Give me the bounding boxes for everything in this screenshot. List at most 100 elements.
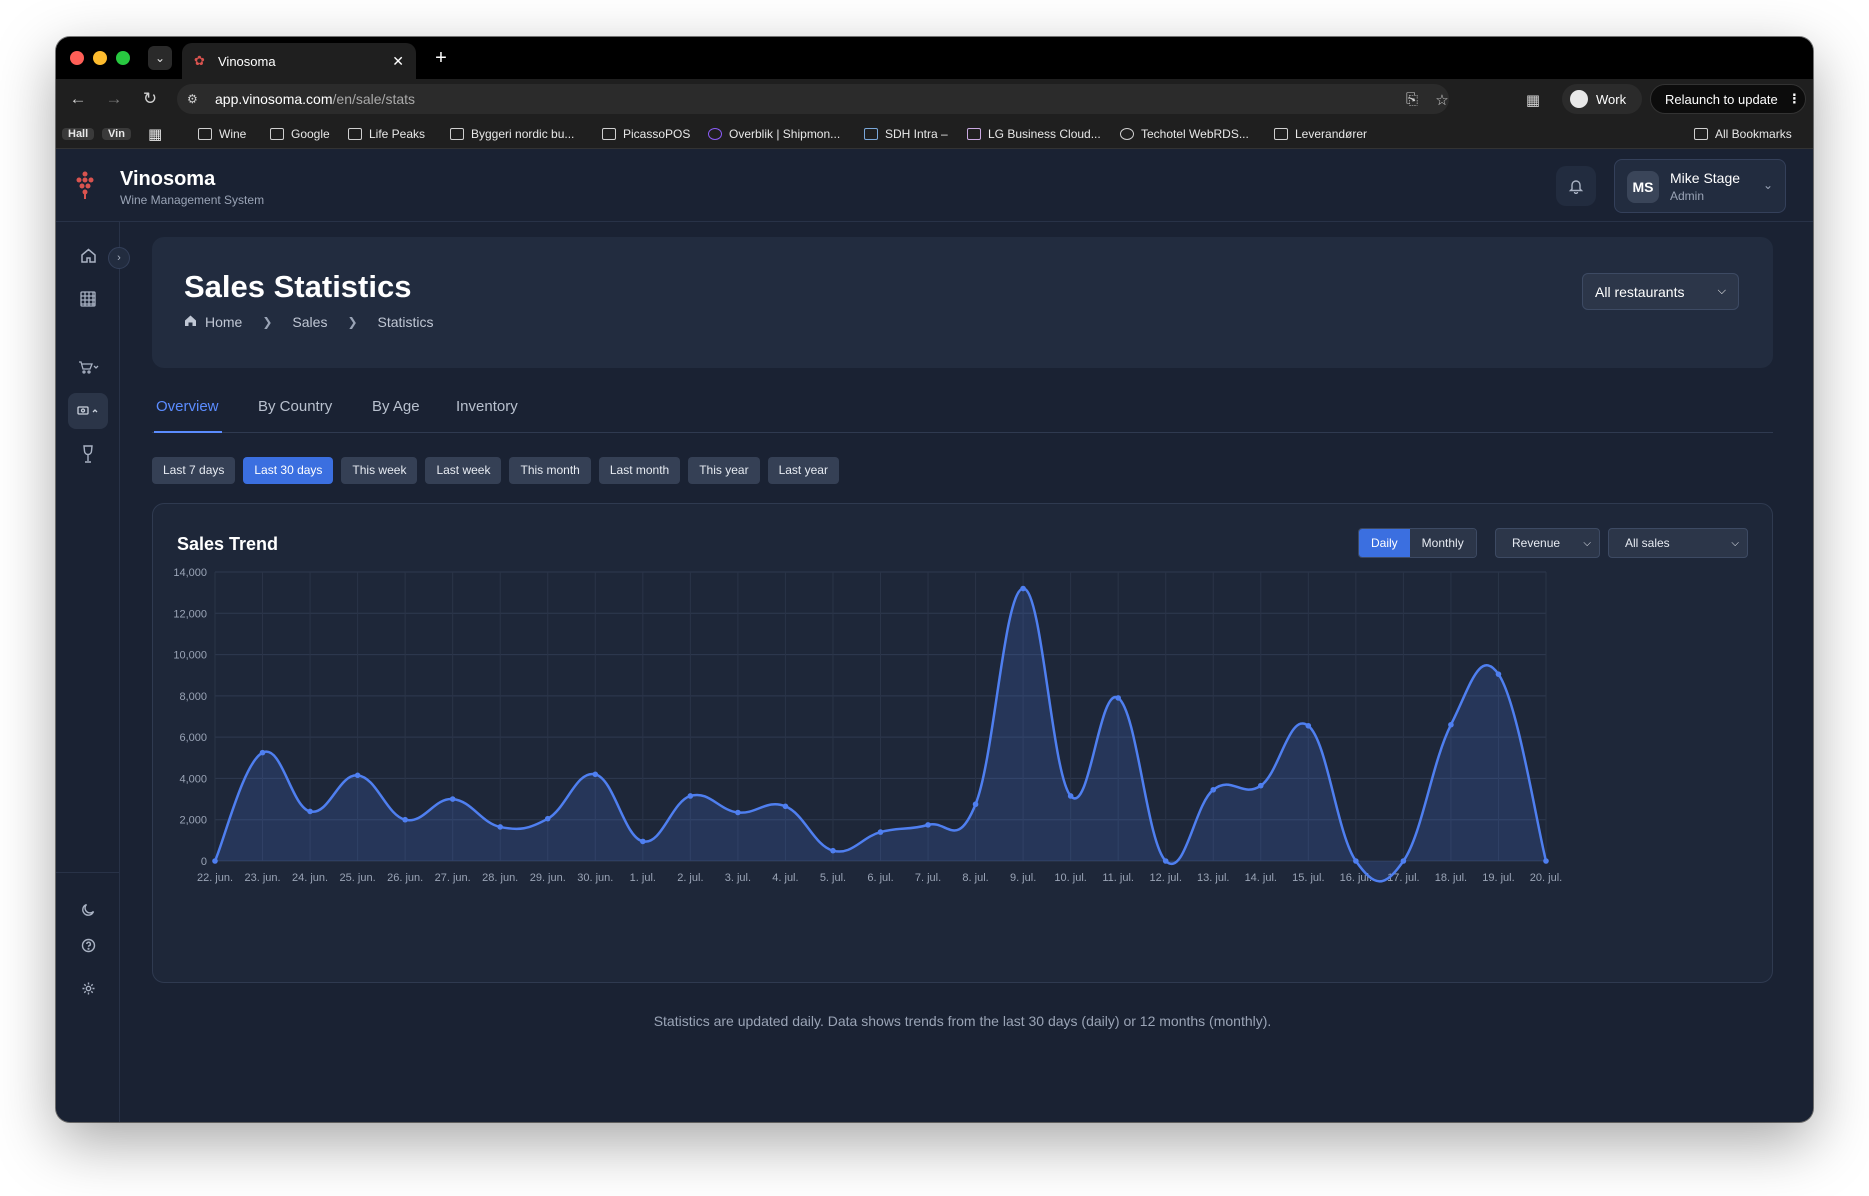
restaurant-select[interactable]: All restaurants ⌵ (1582, 273, 1739, 310)
site-info-icon[interactable]: ⚙ (187, 92, 209, 106)
brand-name: Vinosoma (120, 168, 216, 190)
x-tick-label: 30. jun. (577, 872, 613, 884)
bookmark-sdh-intra[interactable]: SDH Intra – (864, 125, 948, 143)
minimize-window-button[interactable] (93, 51, 107, 65)
range-last-month[interactable]: Last month (598, 457, 681, 484)
bookmark-picassopos[interactable]: PicassoPOS (602, 125, 690, 143)
bookmark-label: Hall (62, 128, 95, 140)
x-tick-label: 8. jul. (962, 872, 988, 884)
address-bar[interactable]: ⚙ app.vinosoma.com/en/sale/stats ⎘ ☆ (177, 84, 1449, 114)
sales-stats-menu-icon[interactable] (68, 393, 108, 429)
relaunch-button[interactable]: Relaunch to update ⋮ (1650, 84, 1806, 114)
x-tick-label: 27. jun. (435, 872, 471, 884)
back-arrow-icon[interactable]: ← (66, 87, 90, 111)
home-icon[interactable] (76, 243, 100, 267)
bookmark-google[interactable]: Google (270, 125, 330, 143)
sidebar-expand-chevron-icon[interactable]: › (108, 247, 130, 269)
x-tick-label: 18. jul. (1435, 872, 1467, 884)
x-tick-label: 5. jul. (820, 872, 846, 884)
data-point (354, 772, 361, 779)
bookmark-hall[interactable]: Hall (62, 125, 95, 143)
bookmark-leverandorer[interactable]: Leverandører (1274, 125, 1367, 143)
help-icon[interactable] (76, 933, 100, 957)
page-header-card: Sales Statistics Home ❯ Sales ❯ Statisti… (152, 237, 1773, 368)
breadcrumb-home[interactable]: Home (205, 314, 242, 330)
sales-type-select[interactable]: All sales ⌵ (1608, 528, 1748, 558)
breadcrumb-sales[interactable]: Sales (292, 314, 327, 330)
tab-overview[interactable]: Overview (156, 398, 219, 415)
bookmark-label: Wine (219, 127, 247, 141)
monthly-button[interactable]: Monthly (1409, 529, 1476, 557)
cart-menu-icon[interactable] (74, 355, 104, 379)
range-last-30-days[interactable]: Last 30 days (243, 457, 334, 484)
data-point (640, 838, 646, 845)
user-menu-button[interactable]: MS Mike Stage Admin ⌄ (1614, 159, 1786, 213)
data-point (1067, 793, 1074, 799)
data-point (212, 858, 218, 864)
range-last-week[interactable]: Last week (425, 457, 502, 484)
maximize-window-button[interactable] (116, 51, 130, 65)
metric-select[interactable]: Revenue ⌵ (1495, 528, 1600, 558)
chevron-down-icon: ⌵ (1731, 537, 1739, 549)
wine-glass-icon[interactable] (76, 442, 100, 466)
daily-button[interactable]: Daily (1359, 529, 1410, 557)
site-icon (864, 128, 878, 140)
bookmark-overblik[interactable]: Overblik | Shipmon... (708, 125, 840, 143)
install-app-icon[interactable]: ⎘ (1403, 91, 1421, 108)
bookmark-techotel[interactable]: Techotel WebRDS... (1120, 125, 1249, 143)
tab-inventory[interactable]: Inventory (456, 398, 518, 415)
data-point (307, 808, 313, 815)
bookmark-lg-business[interactable]: LG Business Cloud... (967, 125, 1101, 143)
tab-search-icon[interactable]: ⌄ (148, 46, 172, 70)
bookmark-label: All Bookmarks (1715, 127, 1792, 141)
y-tick-label: 0 (201, 856, 207, 868)
tab-by-country[interactable]: By Country (258, 398, 332, 415)
data-point (1257, 782, 1264, 789)
range-this-year[interactable]: This year (688, 457, 760, 484)
range-last-7-days[interactable]: Last 7 days (152, 457, 236, 484)
tab-by-age[interactable]: By Age (372, 398, 420, 415)
close-tab-icon[interactable]: ✕ (392, 53, 404, 70)
x-tick-label: 3. jul. (725, 872, 751, 884)
browser-tab[interactable]: ✿ Vinosoma ✕ (182, 43, 416, 79)
forward-arrow-icon[interactable]: → (102, 87, 126, 111)
folder-icon (198, 128, 212, 140)
folder-icon (270, 128, 284, 140)
bookmark-life-peaks[interactable]: Life Peaks (348, 125, 425, 143)
bookmark-byggeri[interactable]: Byggeri nordic bu... (450, 125, 574, 143)
data-point (259, 749, 266, 756)
folder-icon (450, 128, 464, 140)
x-tick-label: 28. jun. (482, 872, 518, 884)
range-this-month[interactable]: This month (509, 457, 591, 484)
data-point (1305, 722, 1312, 729)
dark-mode-moon-icon[interactable] (76, 897, 100, 921)
data-point (687, 793, 694, 799)
profile-button[interactable]: Work (1562, 84, 1642, 114)
grid-table-icon[interactable] (76, 287, 100, 311)
y-tick-label: 8,000 (179, 691, 207, 703)
settings-gear-icon[interactable] (76, 976, 100, 1000)
x-tick-label: 26. jun. (387, 872, 423, 884)
notifications-bell-icon[interactable] (1556, 166, 1596, 206)
range-last-year[interactable]: Last year (767, 457, 839, 484)
bookmark-all-bookmarks[interactable]: All Bookmarks (1694, 125, 1792, 143)
home-breadcrumb-icon[interactable] (184, 314, 197, 330)
new-tab-plus-icon[interactable]: + (430, 47, 452, 69)
y-tick-label: 2,000 (179, 815, 207, 827)
grape-favicon-icon: ✿ (194, 53, 205, 68)
sales-trend-chart: 0 2,000 4,000 6,000 8,000 10,000 12,000 14,000 2… (173, 567, 1562, 884)
page-title: Sales Statistics (184, 269, 412, 304)
bookmark-wine[interactable]: Wine (198, 125, 246, 143)
close-window-button[interactable] (70, 51, 84, 65)
x-tick-label: 29. jun. (530, 872, 566, 884)
range-this-week[interactable]: This week (341, 457, 418, 484)
extensions-puzzle-icon[interactable]: ▦ (1524, 91, 1542, 109)
data-point (1495, 671, 1502, 677)
reload-icon[interactable]: ↻ (138, 87, 162, 111)
bookmark-star-icon[interactable]: ☆ (1433, 91, 1451, 109)
metric-select-value: Revenue (1512, 536, 1561, 550)
apps-grid-icon[interactable]: ▦ (148, 125, 162, 143)
x-tick-label: 12. jul. (1150, 872, 1182, 884)
bookmark-vin[interactable]: Vin (102, 125, 131, 143)
user-name: Mike Stage (1670, 170, 1741, 186)
